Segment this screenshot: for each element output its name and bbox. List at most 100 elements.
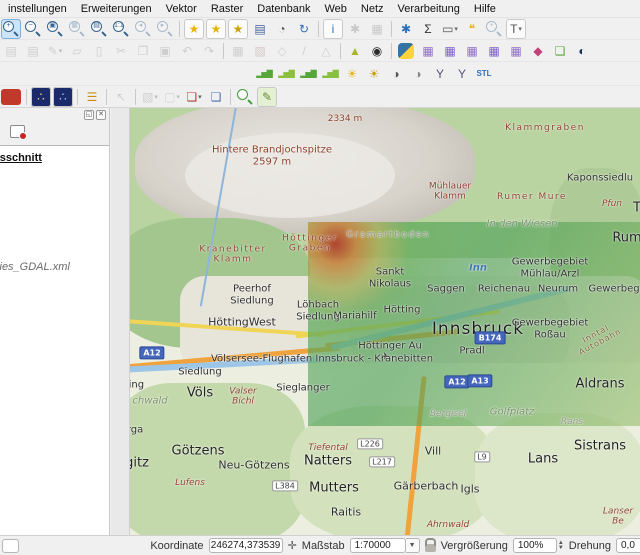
magnifier-input[interactable]: 100% (513, 538, 557, 553)
menu-netz[interactable]: Netz (354, 1, 391, 17)
zoom-next-button: ▸ (155, 19, 175, 39)
measure-button[interactable]: ▭▾ (440, 19, 460, 39)
menu-verarbeitung[interactable]: Verarbeitung (391, 1, 467, 17)
magnifier-spinner-arrows[interactable]: ▲▼ (558, 541, 564, 551)
menu-raster[interactable]: Raster (204, 1, 250, 17)
clipped-plugin-icon[interactable] (1, 89, 21, 105)
map-label: Vill (425, 446, 441, 459)
plugin-layers-button[interactable]: ❏ (550, 41, 570, 61)
zoom-full-extent-button[interactable]: ▣ (45, 19, 65, 39)
increase-brightness-button[interactable]: ☀ (342, 64, 362, 84)
dropdown-arrow[interactable]: ▾ (154, 93, 158, 101)
map-label: Mutters (309, 482, 359, 497)
left-dock-panel: ◱ ✕ usschnitt ities_GDAL.xml (0, 108, 110, 535)
map-label: Neurum (538, 283, 578, 295)
dropdown-arrow[interactable]: ▾ (454, 25, 458, 33)
stl-export-button[interactable]: STL (474, 64, 494, 84)
dropdown-arrow[interactable]: ▾ (518, 25, 522, 33)
show-spatial-bookmarks-button[interactable]: ★ (206, 19, 226, 39)
map-label: A13 (467, 374, 492, 387)
full-histogram-stretch-button[interactable]: ▂▅▇ (276, 64, 296, 84)
menu-erweiterungen[interactable]: Erweiterungen (74, 1, 159, 17)
scatter-plot-alt-button[interactable]: ∴ (53, 87, 73, 107)
menu-instellungen[interactable]: instellungen (1, 1, 74, 17)
plugin-button-6[interactable]: ◆ (528, 41, 548, 61)
osm-place-search-button[interactable] (235, 87, 255, 107)
bookmark-manager-button[interactable]: ▤ (250, 19, 270, 39)
rotation-input[interactable]: 0,0 (616, 538, 640, 553)
decrease-contrast-button[interactable]: ◑ (408, 64, 428, 84)
map-edit-button[interactable]: ✎ (257, 87, 277, 107)
map-label: ling (130, 379, 144, 391)
zoom-in-button[interactable]: + (1, 19, 21, 39)
map-label: A12 (139, 346, 164, 359)
decrease-brightness-button[interactable]: ☀ (364, 64, 384, 84)
zoom-out-button[interactable]: − (23, 19, 43, 39)
map-label: Gewerbegebiet Mühlau/Arzl (512, 257, 589, 280)
toolbar-separator (106, 89, 107, 105)
locator-search-input[interactable] (2, 539, 19, 553)
map-label: L226 (357, 438, 383, 449)
map-label: Klammgraben (505, 123, 585, 133)
scatter-plot-button[interactable]: ∴ (31, 87, 51, 107)
plugin-button-1[interactable]: ▦ (418, 41, 438, 61)
zoom-native-resolution-button[interactable]: 1:1 (111, 19, 131, 39)
menu-datenbank[interactable]: Datenbank (250, 1, 317, 17)
menu-vektor[interactable]: Vektor (159, 1, 204, 17)
extent-toggle-icon[interactable]: ✛ (288, 539, 297, 552)
dropdown-arrow[interactable]: ▾ (59, 47, 63, 55)
refresh-map-button[interactable]: ↻ (294, 19, 314, 39)
options-button[interactable]: ✱ (396, 19, 416, 39)
scale-dropdown-arrow[interactable]: ▼ (406, 538, 420, 553)
map-tips-button[interactable]: ❝ (462, 19, 482, 39)
layer-list[interactable]: usschnitt ities_GDAL.xml (0, 145, 110, 535)
layers-query-button[interactable]: ❏ (206, 87, 226, 107)
local-cumulative-stretch-button[interactable]: ▂▅▇ (298, 64, 318, 84)
layers-remove-button[interactable]: ❏▾ (184, 87, 204, 107)
full-cumulative-stretch-button[interactable]: ▂▅▇ (320, 64, 340, 84)
map-label: Sistrans (574, 440, 626, 455)
dropdown-arrow[interactable]: ▾ (198, 93, 202, 101)
layout-button: ▧▾ (140, 87, 160, 107)
map-label: Gärberbach (394, 481, 459, 494)
plugin-triangle-button[interactable]: ▲ (345, 41, 365, 61)
identify-features-button[interactable]: i (323, 19, 343, 39)
plugin-button-3[interactable]: ▦ (462, 41, 482, 61)
plugin-button-2[interactable]: ▦ (440, 41, 460, 61)
show-bookmark-extents-button[interactable]: ★ (228, 19, 248, 39)
layer-item-gdal-xml[interactable]: ities_GDAL.xml (0, 261, 70, 273)
save-layer-edits-button: ▤ (23, 41, 43, 61)
map-canvas[interactable]: 2334 mHintere Brandjochspitze 2597 mKlam… (130, 108, 640, 535)
map-label: Saggen (427, 283, 465, 295)
temporal-controller-button[interactable]: ◔ (272, 19, 292, 39)
python-console-button[interactable] (398, 43, 414, 59)
increase-contrast-button[interactable]: ◑ (386, 64, 406, 84)
plugin-globe-button[interactable]: ◐ (572, 41, 592, 61)
zoom-to-layer-button[interactable]: ▤ (89, 19, 109, 39)
paste-features-button: ▣ (155, 41, 175, 61)
remove-layer-icon[interactable] (10, 125, 25, 138)
attribute-table-button: ▦ (367, 19, 387, 39)
plugin-osm-button[interactable]: ◉ (367, 41, 387, 61)
menu-web[interactable]: Web (317, 1, 353, 17)
statistics-button[interactable]: Σ (418, 19, 438, 39)
new-spatial-bookmark-button[interactable]: ★ (184, 19, 204, 39)
stretch-deviation-button[interactable]: Y (430, 64, 450, 84)
text-annotation-button[interactable]: T▾ (506, 19, 526, 39)
map-label: Ahrnwald (427, 520, 469, 530)
layer-item-ausschnitt[interactable]: usschnitt (0, 152, 42, 164)
scale-combobox[interactable]: 1:70000 (350, 538, 406, 553)
scale-lock-icon[interactable] (425, 544, 436, 552)
map-label: Rumer Mure (497, 192, 567, 202)
dropdown-arrow[interactable]: ▾ (176, 93, 180, 101)
local-histogram-stretch-button[interactable]: ▂▅▇ (254, 64, 274, 84)
db-manager-button[interactable]: ☰ (82, 87, 102, 107)
stretch-deviation-alt-button[interactable]: Y (452, 64, 472, 84)
coordinate-input[interactable]: 246274,373539 (209, 538, 283, 553)
menu-hilfe[interactable]: Hilfe (467, 1, 503, 17)
map-label: Lanser Be (603, 507, 633, 528)
dock-float-icon[interactable]: ◱ (84, 110, 94, 120)
plugin-button-4[interactable]: ▦ (484, 41, 504, 61)
dock-close-icon[interactable]: ✕ (96, 110, 106, 120)
plugin-button-5[interactable]: ▦ (506, 41, 526, 61)
